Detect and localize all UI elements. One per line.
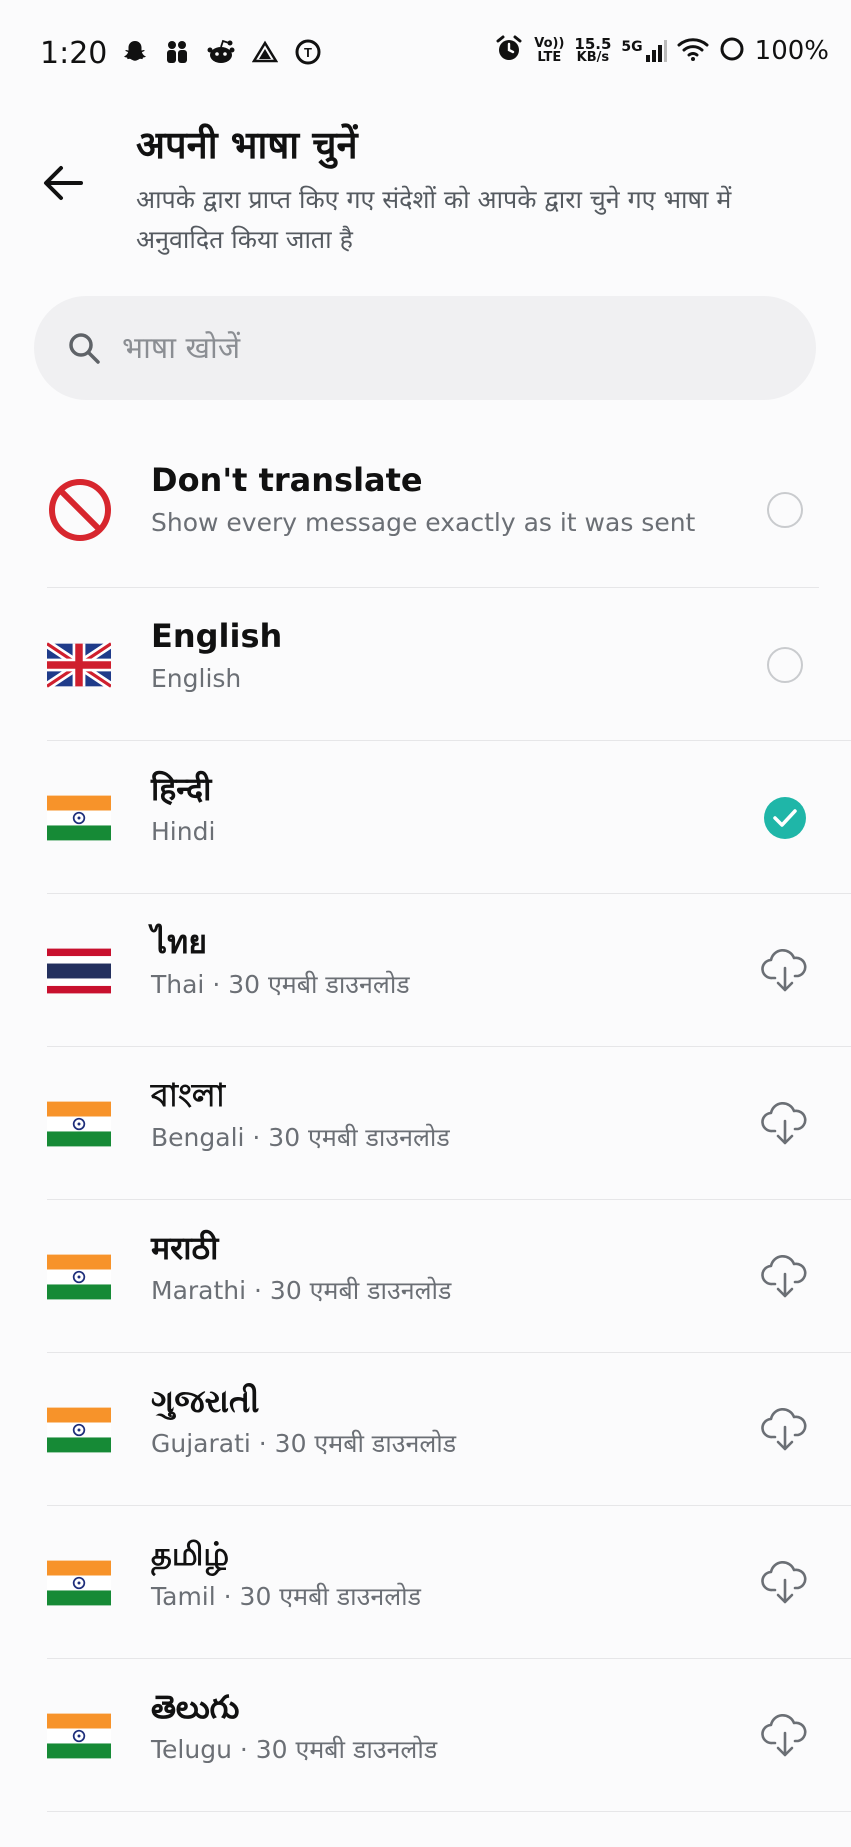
language-option[interactable]: ไทย Thai · 30 एमबी डाउनलोड — [0, 894, 851, 1047]
language-text: తెలుగు Telugu · 30 एमबी डाउनलोड — [151, 1685, 437, 1769]
page-title: अपनी भाषा चुनें — [136, 123, 358, 167]
signal-indicator: 5G — [621, 39, 667, 63]
language-subtitle: Telugu · 30 एमबी डाउनलोड — [151, 1735, 438, 1764]
download-button[interactable] — [759, 1098, 811, 1150]
cloud-download-icon — [761, 1560, 807, 1603]
language-subtitle: English — [151, 664, 242, 693]
cloud-download-icon — [761, 1407, 807, 1450]
app-notification-icon — [164, 39, 190, 65]
no-symbol-icon — [47, 477, 113, 543]
language-subtitle: Show every message exactly as it was sen… — [151, 508, 696, 537]
search-input[interactable] — [120, 329, 764, 367]
language-option[interactable]: ગુજરાતી Gujarati · 30 एमबी डाउनलोड — [0, 1353, 851, 1506]
cloud-download-icon — [761, 1101, 807, 1144]
alarm-icon — [494, 34, 524, 68]
language-text: Don't translate Show every message exactl… — [151, 458, 695, 542]
language-option[interactable]: Don't translate Show every message exactl… — [0, 432, 851, 588]
india-flag-icon — [47, 1253, 111, 1301]
language-subtitle: Thai · 30 एमबी डाउनलोड — [151, 970, 410, 999]
back-button[interactable] — [36, 156, 90, 210]
language-option[interactable]: मराठी Marathi · 30 एमबी डाउनलोड — [0, 1200, 851, 1353]
language-option[interactable]: English English — [0, 588, 851, 741]
radio-selected[interactable] — [759, 792, 811, 844]
network-type: 5G — [621, 39, 643, 55]
india-flag-icon — [47, 1406, 111, 1454]
language-name: हिन्दी — [151, 770, 212, 808]
language-text: English English — [151, 614, 282, 698]
download-button[interactable] — [759, 1404, 811, 1456]
system-status: Vo)) LTE 15.5 KB/s 5G 100% — [494, 34, 829, 68]
checkmark-icon — [764, 796, 806, 839]
download-button[interactable] — [759, 1710, 811, 1762]
download-button[interactable] — [759, 1557, 811, 1609]
cloud-download-icon — [761, 1254, 807, 1297]
language-text: हिन्दी Hindi — [151, 767, 215, 851]
truecaller-icon: T — [294, 38, 322, 66]
language-text: ไทย Thai · 30 एमबी डाउनलोड — [151, 920, 410, 1004]
language-option[interactable]: বাংলা Bengali · 30 एमबी डाउनलोड — [0, 1047, 851, 1200]
radio-button[interactable] — [759, 484, 811, 536]
search-icon — [66, 330, 102, 366]
battery-icon — [719, 36, 745, 66]
download-button[interactable] — [759, 1251, 811, 1303]
india-flag-icon — [47, 1100, 111, 1148]
language-option[interactable]: हिन्दी Hindi — [0, 741, 851, 894]
language-list: Don't translate Show every message exactl… — [0, 432, 851, 1812]
reddit-icon — [206, 39, 236, 65]
uk-flag-icon — [47, 640, 111, 689]
language-subtitle: Tamil · 30 एमबी डाउनलोड — [151, 1582, 421, 1611]
page-subtitle: आपके द्वारा प्राप्त किए गए संदेशों को आप… — [136, 185, 732, 254]
signal-icon — [645, 40, 667, 62]
language-name: தமிழ் — [151, 1535, 230, 1573]
language-subtitle: Bengali · 30 एमबी डाउनलोड — [151, 1123, 450, 1152]
language-name: ไทย — [151, 923, 207, 961]
divider — [47, 1811, 851, 1812]
language-name: Don't translate — [151, 461, 423, 499]
language-text: ગુજરાતી Gujarati · 30 एमबी डाउनलोड — [151, 1379, 456, 1463]
language-subtitle: Gujarati · 30 एमबी डाउनलोड — [151, 1429, 457, 1458]
notification-icons: T — [122, 38, 322, 66]
language-subtitle: Hindi — [151, 817, 216, 846]
radio-circle — [767, 646, 803, 683]
language-option[interactable]: தமிழ் Tamil · 30 एमबी डाउनलोड — [0, 1506, 851, 1659]
status-time: 1:20 — [40, 36, 108, 71]
battery-percentage: 100% — [754, 36, 829, 66]
india-flag-icon — [47, 1712, 111, 1760]
radio-button[interactable] — [759, 639, 811, 691]
language-text: தமிழ் Tamil · 30 एमबी डाउनलोड — [151, 1532, 421, 1616]
wifi-icon — [677, 36, 709, 66]
language-text: मराठी Marathi · 30 एमबी डाउनलोड — [151, 1226, 451, 1310]
india-flag-icon — [47, 1559, 111, 1607]
language-name: తెలుగు — [151, 1688, 240, 1726]
network-speed: 15.5 KB/s — [574, 35, 612, 65]
arrow-left-icon — [44, 166, 83, 200]
language-name: मराठी — [151, 1229, 219, 1267]
language-option[interactable]: తెలుగు Telugu · 30 एमबी डाउनलोड — [0, 1659, 851, 1812]
download-button[interactable] — [759, 945, 811, 997]
svg-text:T: T — [304, 45, 312, 60]
radio-circle — [767, 492, 803, 528]
thailand-flag-icon — [47, 947, 111, 995]
status-bar: 1:20 T Vo)) LTE 15.5 KB/s 5G 100% — [0, 0, 851, 110]
language-name: ગુજરાતી — [151, 1382, 260, 1420]
cloud-download-icon — [761, 948, 807, 991]
language-name: English — [151, 617, 283, 655]
language-name: বাংলা — [151, 1076, 225, 1114]
search-bar[interactable] — [34, 296, 816, 400]
app-triangle-icon — [252, 39, 278, 65]
volte-indicator: Vo)) LTE — [534, 36, 565, 65]
india-flag-icon — [47, 794, 111, 842]
cloud-download-icon — [761, 1713, 807, 1756]
language-text: বাংলা Bengali · 30 एमबी डाउनलोड — [151, 1073, 450, 1157]
snapchat-icon — [122, 39, 148, 65]
language-subtitle: Marathi · 30 एमबी डाउनलोड — [151, 1276, 452, 1305]
